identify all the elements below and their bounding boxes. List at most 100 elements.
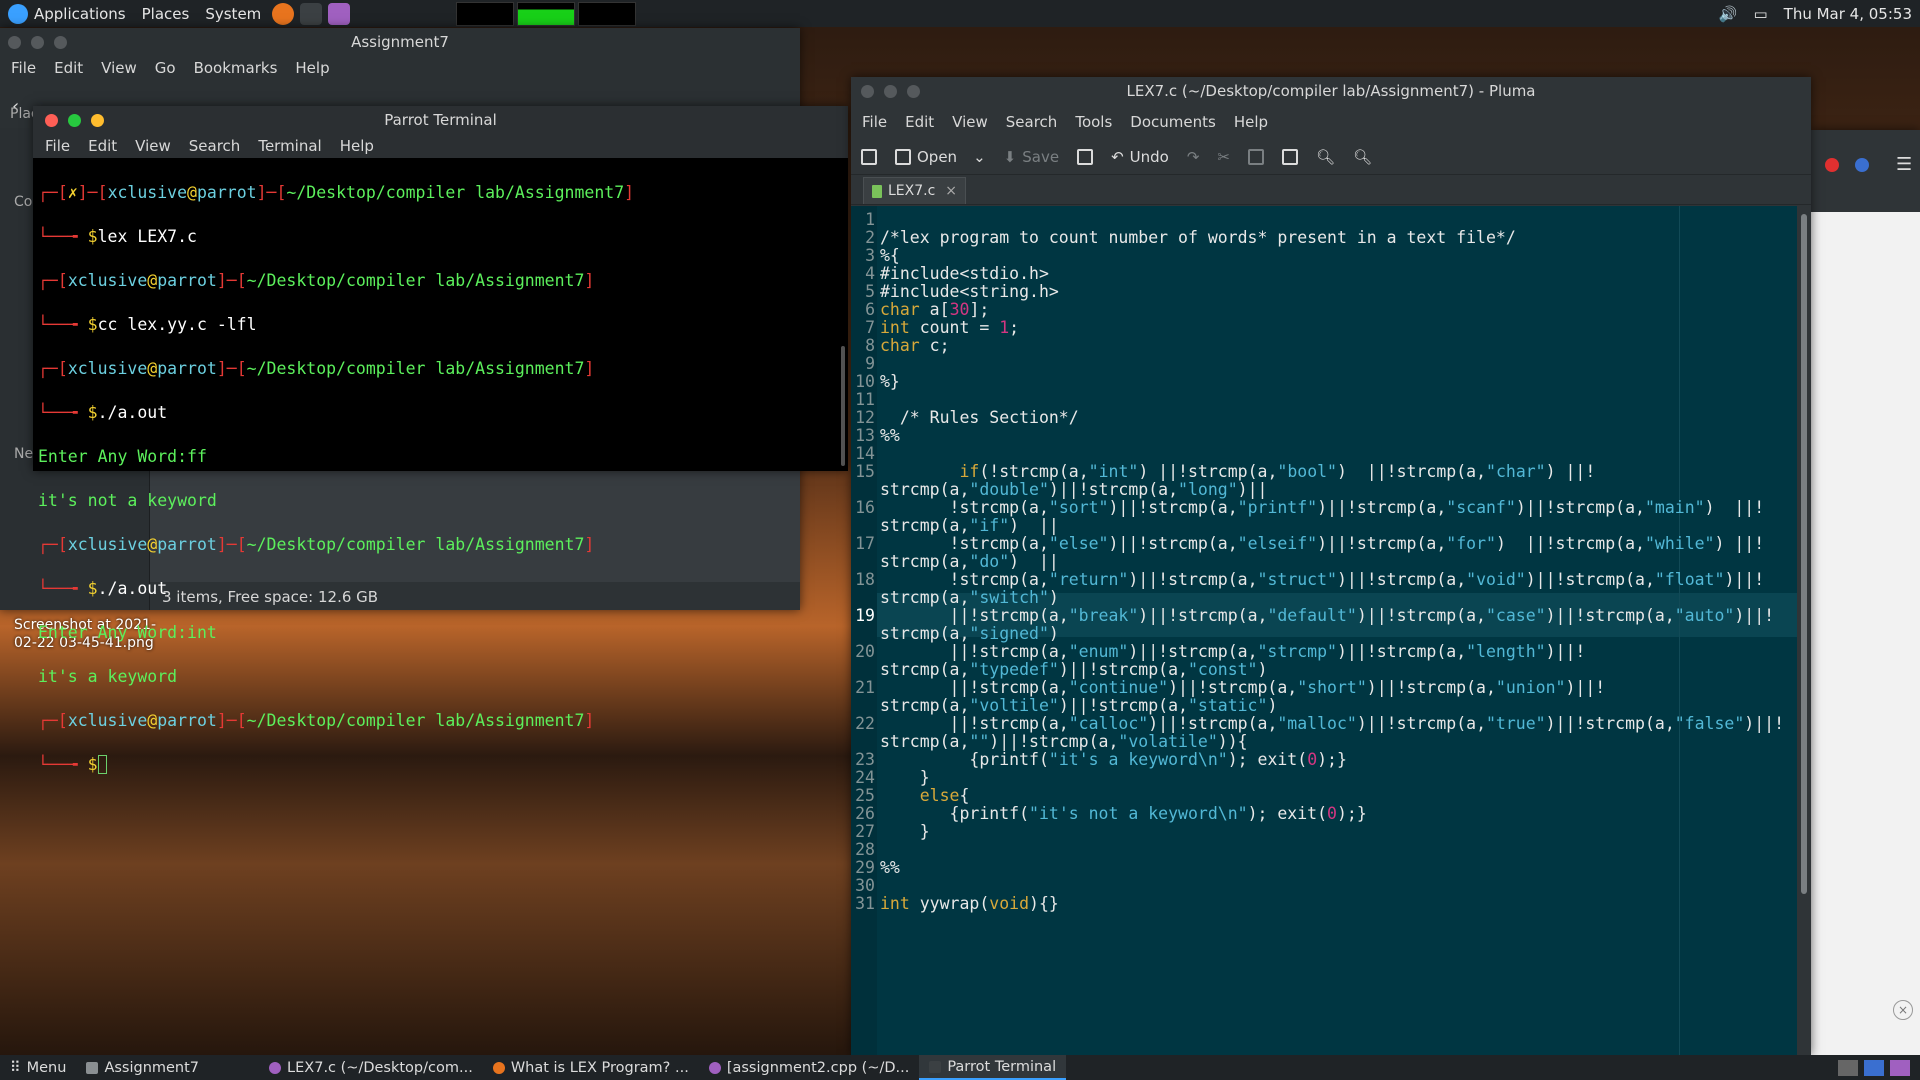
menu-button[interactable]: ⠿ Menu [0,1055,76,1080]
command-text: ./a.out [97,403,168,422]
menu-go[interactable]: Go [146,59,185,77]
prompt-user: xclusive [67,535,148,554]
menu-tools[interactable]: Tools [1066,113,1121,131]
redo-button[interactable]: ↷ [1187,148,1200,166]
menu-file[interactable]: File [853,113,896,131]
cut-icon: ✂ [1217,147,1230,166]
tab-close-icon[interactable]: × [945,183,957,199]
menu-help[interactable]: Help [286,59,338,77]
task-assignment7[interactable]: Assignment7 [76,1055,209,1080]
cut-button[interactable]: ✂ [1217,148,1230,166]
menu-edit[interactable]: Edit [79,137,126,155]
prompt-user: xclusive [107,183,188,202]
minimize-button[interactable] [91,114,104,127]
system-menu[interactable]: System [197,0,269,27]
menu-search[interactable]: Search [997,113,1067,131]
terminal-scrollbar[interactable] [841,346,845,466]
hamburger-menu-icon[interactable]: ☰ [1896,154,1912,175]
close-button[interactable] [8,36,21,49]
menu-edit[interactable]: Edit [896,113,943,131]
code-editor[interactable]: 1 2/*lex program to count number of word… [851,206,1797,1055]
clock[interactable]: Thu Mar 4, 05:53 [1776,0,1920,27]
minimize-button[interactable] [884,85,897,98]
command-line: └──╼ $./a.out [38,403,168,422]
display-icon[interactable]: ▭ [1745,0,1775,27]
menu-file[interactable]: File [36,137,79,155]
terminal-icon [929,1060,942,1073]
prompt-user: xclusive [67,711,148,730]
tab-lex7[interactable]: LEX7.c × [863,177,967,204]
terminal-output[interactable]: ┌─[✗]─[xclusive@parrot]─[~/Desktop/compi… [33,158,848,822]
menu-terminal[interactable]: Terminal [249,137,330,155]
menu-view[interactable]: View [126,137,180,155]
task-pluma[interactable]: LEX7.c (~/Desktop/com... [259,1055,483,1080]
file-manager-titlebar[interactable]: Assignment7 [0,28,800,56]
terminal-launcher-icon[interactable] [300,2,323,25]
undo-label: Undo [1129,147,1169,166]
maximize-button[interactable] [68,114,81,127]
places-menu[interactable]: Places [134,0,198,27]
open-button[interactable]: Open ⌄ [895,148,986,166]
prompt-user: xclusive [67,271,148,290]
chevron-down-icon[interactable]: ⌄ [973,148,986,166]
command-text: cc lex.yy.c -lfl [97,315,257,334]
prompt-path: ~/Desktop/compiler lab/Assignment7 [286,183,625,202]
applications-menu[interactable]: Applications [0,0,134,27]
prompt-line: ┌─[✗]─[xclusive@parrot]─[~/Desktop/compi… [38,183,635,202]
task-label: What is LEX Program? ... [510,1059,689,1076]
close-button[interactable] [45,114,58,127]
terminal-titlebar[interactable]: Parrot Terminal [33,106,848,134]
find-button[interactable]: 🔍︎ [1316,148,1335,166]
menu-edit[interactable]: Edit [45,59,92,77]
workspace-switcher-1[interactable] [1864,1059,1884,1076]
workspace-switcher-2[interactable] [1890,1059,1910,1076]
pluma-titlebar[interactable]: LEX7.c (~/Desktop/compiler lab/Assignmen… [851,77,1811,105]
output-line: it's not a keyword [38,491,217,510]
menu-file[interactable]: File [2,59,45,77]
parrot-logo-icon [8,3,28,24]
task-assignment2[interactable]: [assignment2.cpp (~/D... [699,1055,920,1080]
task-parrot-terminal[interactable]: Parrot Terminal [919,1055,1067,1080]
command-text: lex LEX7.c [97,227,197,246]
menu-help[interactable]: Help [331,137,383,155]
copy-button[interactable] [1247,148,1264,165]
task-label: Parrot Terminal [947,1058,1057,1075]
menu-bookmarks[interactable]: Bookmarks [185,59,287,77]
close-circle-icon[interactable]: × [1893,1000,1913,1020]
undo-button[interactable]: ↶ Undo [1111,148,1169,166]
prompt-host: parrot [157,271,217,290]
new-document-icon [861,148,877,165]
prompt-user: xclusive [67,359,148,378]
save-icon: ⬇ [1003,147,1017,166]
menu-search[interactable]: Search [180,137,250,155]
tray-app-icon[interactable] [1838,1059,1858,1076]
menu-view[interactable]: View [92,59,146,77]
replace-button[interactable]: 🔍︎ [1353,148,1372,166]
maximize-button[interactable] [54,36,67,49]
minimize-button[interactable] [31,36,44,49]
menu-documents[interactable]: Documents [1121,113,1225,131]
firefox-icon[interactable] [272,2,295,25]
volume-icon[interactable]: 🔊 [1711,0,1746,27]
menu-view[interactable]: View [943,113,997,131]
ublock-icon[interactable] [1825,158,1839,172]
paste-button[interactable] [1281,148,1298,165]
cpu-monitor [456,1,515,26]
scroll-thumb[interactable] [1801,214,1807,894]
save-button[interactable]: ⬇ Save [1004,148,1059,166]
applications-label: Applications [34,4,126,23]
extension-icon[interactable] [1855,158,1869,172]
close-button[interactable] [861,85,874,98]
copy-icon [1247,148,1264,165]
prompt-host: parrot [157,535,217,554]
redo-icon: ↷ [1186,147,1200,166]
maximize-button[interactable] [907,85,920,98]
app-launcher-icon[interactable] [328,2,351,25]
prompt-line: ┌─[xclusive@parrot]─[~/Desktop/compiler … [38,711,595,730]
top-panel: Applications Places System 🔊 ▭ Thu Mar 4… [0,0,1920,27]
new-document-button[interactable] [861,148,877,165]
task-firefox[interactable]: What is LEX Program? ... [483,1055,699,1080]
menu-help[interactable]: Help [1225,113,1277,131]
print-button[interactable] [1077,148,1094,165]
editor-scrollbar[interactable] [1797,206,1811,1055]
